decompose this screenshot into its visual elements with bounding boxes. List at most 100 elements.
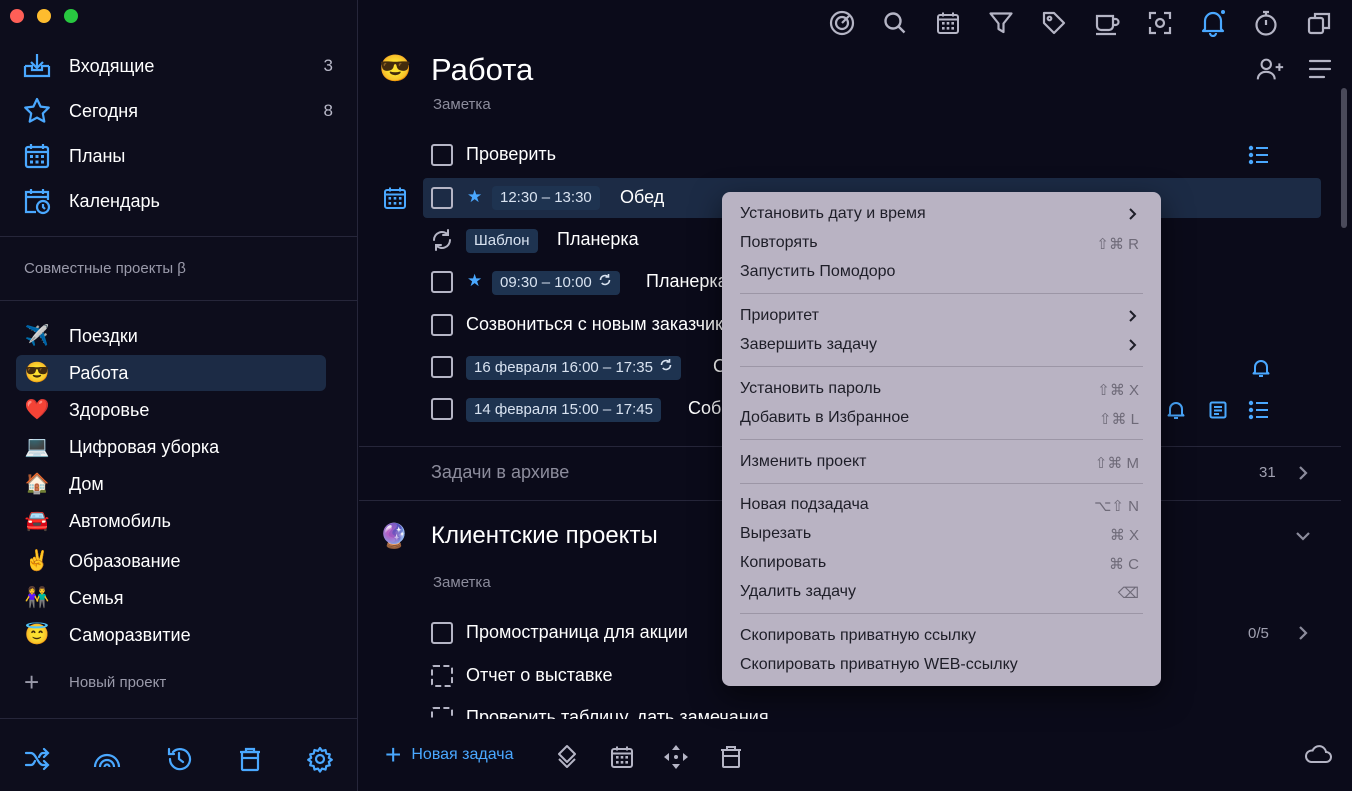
menu-item-add-favorite[interactable]: Добавить в Избранное ⇧⌘ L xyxy=(722,405,1161,431)
menu-item-copy-private-link[interactable]: Скопировать приватную ссылку xyxy=(722,623,1161,649)
time-badge-text: 09:30 – 10:00 xyxy=(500,274,592,291)
task-row[interactable]: Проверить таблицу, дать замечания xyxy=(423,699,1321,719)
window-zoom-button[interactable] xyxy=(64,9,78,23)
filter-icon[interactable] xyxy=(986,8,1016,38)
menu-item-pomodoro[interactable]: Запустить Помодоро xyxy=(722,259,1161,285)
scrollbar[interactable] xyxy=(1341,88,1347,228)
project-item-self-development[interactable]: 😇 Саморазвитие xyxy=(16,617,326,653)
task-checkbox[interactable] xyxy=(431,398,453,420)
menu-item-label: Вырезать xyxy=(740,525,812,542)
scan-icon[interactable] xyxy=(1145,8,1175,38)
menu-item-delete[interactable]: Удалить задачу ⌫ xyxy=(722,579,1161,605)
rainbow-icon[interactable] xyxy=(92,744,122,774)
inbox-icon xyxy=(20,49,54,83)
menu-item-complete[interactable]: Завершить задачу xyxy=(722,332,1161,358)
new-task-button[interactable]: + Новая задача xyxy=(385,741,514,769)
windows-icon[interactable] xyxy=(1304,8,1334,38)
checklist-icon[interactable] xyxy=(1247,143,1271,167)
shuffle-icon[interactable] xyxy=(22,744,52,774)
coffee-icon[interactable] xyxy=(1092,8,1122,38)
project-item-home[interactable]: 🏠 Дом xyxy=(16,466,326,502)
shared-projects-label[interactable]: Совместные проекты β xyxy=(24,260,186,277)
task-checkbox[interactable] xyxy=(431,314,453,336)
menu-item-cut[interactable]: Вырезать ⌘ X xyxy=(722,521,1161,547)
task-checkbox[interactable] xyxy=(431,356,453,378)
search-icon[interactable] xyxy=(880,8,910,38)
reminder-bell-icon[interactable] xyxy=(1249,356,1273,380)
star-icon xyxy=(20,94,54,128)
project-emoji: 🚘 xyxy=(24,510,50,532)
window-minimize-button[interactable] xyxy=(37,9,51,23)
window-close-button[interactable] xyxy=(10,9,24,23)
project-emoji: 😎 xyxy=(24,362,50,384)
task-row[interactable]: Проверить xyxy=(423,136,1321,174)
nav-today[interactable]: Сегодня 8 xyxy=(20,93,340,129)
timer-icon[interactable] xyxy=(1251,8,1281,38)
checklist-icon[interactable] xyxy=(1247,398,1271,422)
menu-item-set-password[interactable]: Установить пароль ⇧⌘ X xyxy=(722,376,1161,402)
task-checkbox[interactable] xyxy=(431,144,453,166)
project-item-trips[interactable]: ✈️ Поездки xyxy=(16,318,326,354)
nav-inbox[interactable]: Входящие 3 xyxy=(20,48,340,84)
menu-item-change-project[interactable]: Изменить проект ⇧⌘ M xyxy=(722,449,1161,475)
template-badge-text: Шаблон xyxy=(474,232,530,249)
project-item-work[interactable]: 😎 Работа xyxy=(16,355,326,391)
task-checkbox[interactable] xyxy=(431,707,453,719)
task-checkbox[interactable] xyxy=(431,271,453,293)
bell-icon[interactable] xyxy=(1198,8,1228,38)
project-item-digital-cleanup[interactable]: 💻 Цифровая уборка xyxy=(16,429,326,465)
cloud-icon[interactable] xyxy=(1303,739,1333,769)
task-checkbox[interactable] xyxy=(431,665,453,687)
time-badge: 12:30 – 13:30 xyxy=(492,186,600,210)
reminder-bell-icon[interactable] xyxy=(1164,398,1188,422)
project-item-health[interactable]: ❤️ Здоровье xyxy=(16,392,326,428)
menu-item-label: Добавить в Избранное xyxy=(740,409,910,426)
project-emoji: ❤️ xyxy=(24,399,50,421)
page-title[interactable]: Работа xyxy=(431,52,533,88)
project-label: Поездки xyxy=(69,325,138,346)
menu-item-set-date[interactable]: Установить дату и время xyxy=(722,201,1161,227)
project-label: Саморазвитие xyxy=(69,624,191,645)
nav-plans[interactable]: Планы xyxy=(20,138,340,174)
calendar-icon[interactable] xyxy=(607,742,637,772)
menu-item-label: Установить дату и время xyxy=(740,205,926,222)
chevron-right-icon[interactable] xyxy=(1291,461,1315,485)
chevron-down-icon[interactable] xyxy=(1291,524,1315,548)
menu-item-new-subtask[interactable]: Новая подзадача ⌥⇧ N xyxy=(722,492,1161,518)
project-item-car[interactable]: 🚘 Автомобиль xyxy=(16,503,326,539)
star-icon: ★ xyxy=(467,271,483,290)
menu-item-copy-web-link[interactable]: Скопировать приватную WEB-ссылку xyxy=(722,652,1161,678)
menu-item-shortcut: ⇧⌘ X xyxy=(1097,382,1139,399)
calendar-icon[interactable] xyxy=(933,8,963,38)
tag-icon[interactable] xyxy=(1039,8,1069,38)
task-checkbox[interactable] xyxy=(431,187,453,209)
task-title: Созвониться с новым заказчиком xyxy=(466,314,746,334)
menu-item-copy[interactable]: Копировать ⌘ C xyxy=(722,550,1161,576)
new-project-button[interactable]: + Новый проект xyxy=(24,669,166,695)
project-item-family[interactable]: 👫 Семья xyxy=(16,580,326,616)
move-icon[interactable] xyxy=(661,742,691,772)
menu-item-priority[interactable]: Приоритет xyxy=(722,303,1161,329)
trash-icon[interactable] xyxy=(235,744,265,774)
calendar-drag-icon[interactable] xyxy=(383,186,407,210)
nav-calendar[interactable]: Календарь xyxy=(20,183,340,219)
project-note[interactable]: Заметка xyxy=(433,96,491,113)
chevron-right-icon[interactable] xyxy=(1291,621,1315,645)
project-item-education[interactable]: ✌️ Образование xyxy=(16,543,326,579)
project-note[interactable]: Заметка xyxy=(433,574,491,591)
bottom-toolbar: + Новая задача xyxy=(359,735,1352,779)
menu-item-shortcut: ⌫ xyxy=(1117,585,1139,602)
menu-item-repeat[interactable]: Повторять ⇧⌘ R xyxy=(722,230,1161,256)
add-person-icon[interactable] xyxy=(1255,54,1285,84)
trash-icon[interactable] xyxy=(716,742,746,772)
focus-icon[interactable] xyxy=(827,8,857,38)
history-icon[interactable] xyxy=(164,744,194,774)
layers-icon[interactable] xyxy=(552,742,582,772)
task-checkbox[interactable] xyxy=(431,622,453,644)
menu-lines-icon[interactable] xyxy=(1305,54,1335,84)
archived-tasks-link[interactable]: Задачи в архиве xyxy=(431,462,569,483)
note-icon[interactable] xyxy=(1206,398,1230,422)
menu-separator xyxy=(740,483,1143,484)
settings-icon[interactable] xyxy=(305,744,335,774)
section-title[interactable]: Клиентские проекты xyxy=(431,522,658,550)
